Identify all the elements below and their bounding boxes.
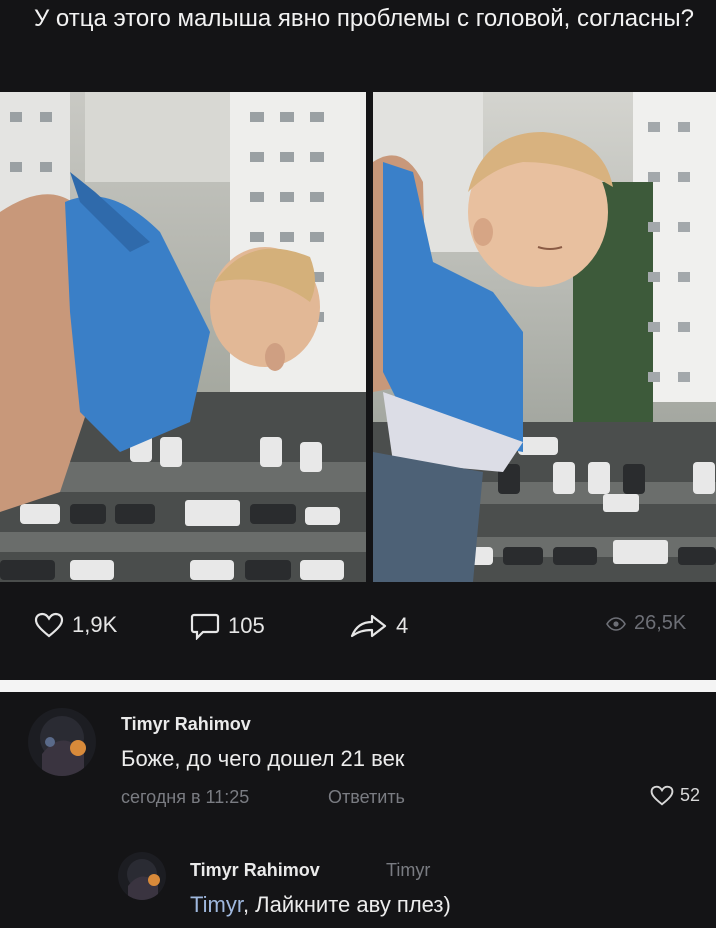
mention-link[interactable]: Timyr bbox=[190, 892, 243, 917]
heart-icon bbox=[650, 785, 674, 806]
reply-item: Timyr Rahimov Timyr Timyr, Лайкните аву … bbox=[0, 842, 716, 928]
comment-timestamp: сегодня в 11:25 bbox=[121, 787, 250, 807]
avatar[interactable] bbox=[118, 852, 166, 900]
photo-baby-held-out-window-2 bbox=[373, 92, 716, 582]
views-count: 26,5K bbox=[634, 612, 687, 634]
avatar[interactable] bbox=[28, 708, 96, 776]
views-counter: 26,5K bbox=[606, 612, 686, 635]
reply-text: Timyr, Лайкните аву плез) bbox=[190, 892, 451, 918]
heart-icon bbox=[34, 612, 64, 638]
reply-to-name[interactable]: Timyr bbox=[386, 860, 430, 881]
reply-body: , Лайкните аву плез) bbox=[242, 892, 451, 917]
avatar-image bbox=[28, 708, 96, 776]
comment-text: Боже, до чего дошел 21 век bbox=[121, 746, 405, 771]
post-text: У отца этого малыша явно проблемы с голо… bbox=[34, 5, 694, 32]
likes-count: 1,9K bbox=[72, 612, 118, 637]
comments-count: 105 bbox=[228, 613, 265, 638]
reply-button[interactable]: Ответить bbox=[328, 787, 405, 808]
comment-likes-count: 52 bbox=[680, 785, 701, 805]
comment-item: Timyr Rahimov Боже, до чего дошел 21 век… bbox=[0, 692, 716, 822]
comment-icon bbox=[190, 613, 220, 640]
eye-icon bbox=[606, 616, 626, 631]
comment-author[interactable]: Timyr Rahimov bbox=[121, 714, 251, 735]
post-photo-left[interactable] bbox=[0, 92, 366, 582]
share-button[interactable]: 4 bbox=[350, 612, 408, 640]
shares-count: 4 bbox=[396, 613, 409, 638]
avatar-image bbox=[118, 852, 166, 900]
post-photo-right[interactable] bbox=[373, 92, 716, 582]
comment-like-button[interactable]: 52 bbox=[650, 785, 700, 806]
section-divider bbox=[0, 680, 716, 692]
post-stats-bar: 1,9K 105 4 26,5K bbox=[0, 612, 716, 652]
comment-button[interactable]: 105 bbox=[190, 612, 265, 640]
photo-baby-held-out-window-1 bbox=[0, 92, 366, 582]
share-icon bbox=[350, 614, 387, 638]
reply-author[interactable]: Timyr Rahimov bbox=[190, 860, 320, 881]
like-button[interactable]: 1,9K bbox=[34, 612, 117, 638]
